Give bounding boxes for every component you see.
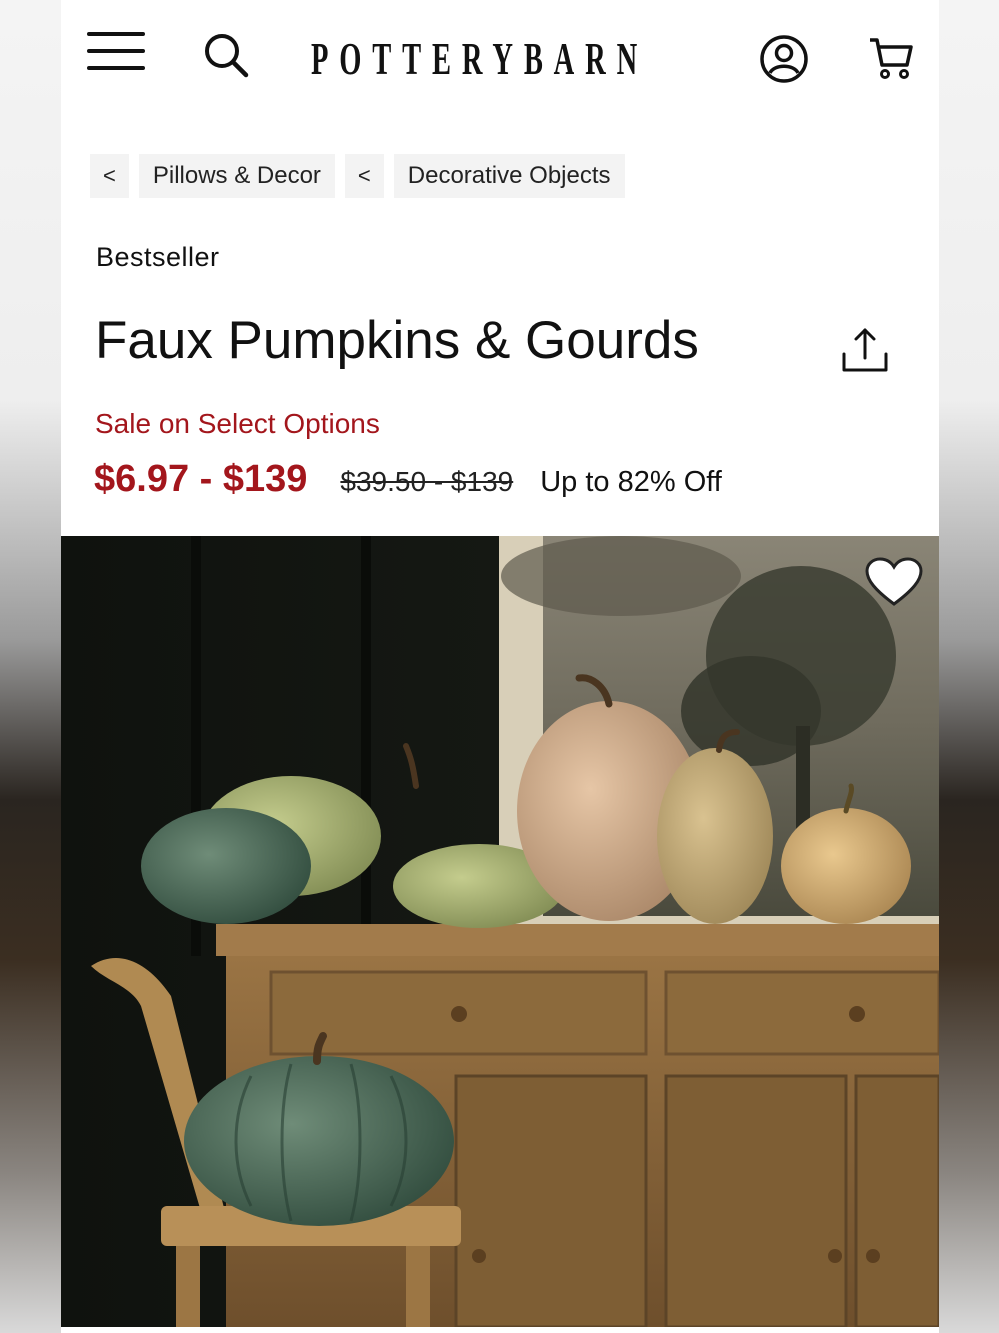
product-title: Faux Pumpkins & Gourds — [95, 311, 699, 370]
product-page: POTTERYBARN < Pillows & Decor < Decorati… — [61, 0, 939, 1333]
hamburger-menu-icon[interactable] — [87, 32, 145, 72]
sale-price: $6.97 - $139 — [94, 458, 308, 500]
sale-label: Sale on Select Options — [95, 408, 380, 439]
brand-logo[interactable]: POTTERYBARN — [311, 34, 703, 84]
search-icon[interactable] — [201, 30, 251, 80]
breadcrumb-back-button[interactable]: < — [90, 154, 129, 198]
heart-icon[interactable] — [863, 556, 925, 608]
site-header: POTTERYBARN — [61, 0, 939, 115]
cart-icon[interactable] — [867, 34, 915, 82]
breadcrumb-decorative-objects[interactable]: Decorative Objects — [393, 154, 625, 198]
price-row: $6.97 - $139 $39.50 - $139 Up to 82% Off — [94, 458, 722, 501]
breadcrumb-back-button[interactable]: < — [344, 154, 384, 198]
brand-logo-text: POTTERYBARN — [311, 33, 649, 84]
breadcrumb-pillows-decor[interactable]: Pillows & Decor — [138, 154, 335, 198]
share-icon[interactable] — [839, 326, 891, 376]
product-image[interactable] — [61, 536, 939, 1327]
original-price: $39.50 - $139 — [340, 466, 514, 497]
account-icon[interactable] — [759, 34, 809, 84]
bestseller-badge: Bestseller — [96, 242, 220, 272]
breadcrumb: < Pillows & Decor < Decorative Objects — [90, 154, 625, 198]
discount-text: Up to 82% Off — [540, 466, 722, 498]
